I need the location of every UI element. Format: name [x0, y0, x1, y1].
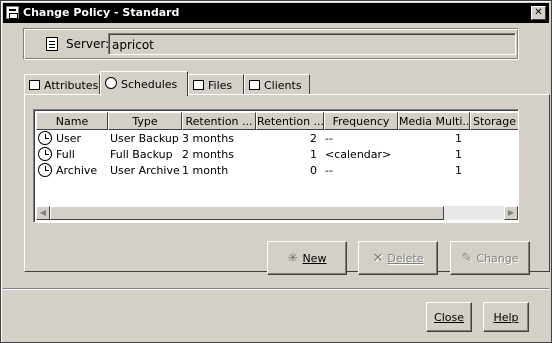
change-policy-window: Change Policy - Standard ✕ Server: apric… — [0, 0, 552, 343]
schedules-panel: Name Type Retention ... Retention ... Fr… — [24, 94, 550, 275]
schedule-clock-icon — [38, 147, 52, 161]
new-button[interactable]: ✳ New — [267, 241, 347, 275]
attributes-icon — [29, 80, 40, 90]
tab-label: Schedules — [121, 78, 178, 91]
cell-retention-2: 1 — [310, 148, 317, 161]
clock-icon — [105, 77, 117, 89]
scroll-left-icon[interactable]: ◀ — [36, 206, 50, 220]
help-button-label: Help — [493, 310, 519, 324]
delete-x-icon: ✕ — [372, 250, 384, 266]
close-button-label: Close — [434, 310, 464, 324]
schedule-clock-icon — [38, 163, 52, 177]
column-header-name[interactable]: Name — [36, 112, 108, 130]
column-header-retention-2[interactable]: Retention ... — [256, 112, 324, 130]
tab-attributes[interactable]: Attributes — [24, 74, 100, 95]
separator — [3, 288, 549, 290]
column-header-storage-unit[interactable]: Storage Ur — [470, 112, 518, 130]
column-header-frequency[interactable]: Frequency — [324, 112, 398, 130]
column-header-type[interactable]: Type — [108, 112, 182, 130]
cell-media: 1 — [455, 132, 462, 145]
scroll-right-icon[interactable]: ▶ — [504, 206, 518, 220]
table-row[interactable]: User User Backup 3 months 2 -- 1 — [36, 131, 518, 147]
tab-label: Files — [208, 79, 233, 92]
cell-name: Archive — [56, 164, 98, 177]
column-header-media-multiplexing[interactable]: Media Multi... — [398, 112, 470, 130]
help-button[interactable]: Help — [483, 302, 529, 332]
schedules-table: Name Type Retention ... Retention ... Fr… — [33, 109, 519, 223]
server-label: Server: — [66, 37, 110, 51]
schedule-clock-icon — [38, 131, 52, 145]
sparkle-icon: ✳ — [287, 250, 299, 266]
cell-retention-1: 3 months — [182, 132, 234, 145]
delete-button[interactable]: ✕ Delete — [358, 241, 438, 275]
cell-frequency: -- — [325, 132, 333, 145]
horizontal-scrollbar[interactable]: ◀ ▶ — [36, 206, 518, 220]
cell-media: 1 — [455, 148, 462, 161]
cell-frequency: -- — [325, 164, 333, 177]
close-window-icon[interactable]: ✕ — [531, 6, 546, 20]
server-icon — [46, 37, 58, 51]
column-header-retention-1[interactable]: Retention ... — [182, 112, 256, 130]
change-pencil-icon: ✎ — [461, 250, 473, 266]
cell-retention-2: 2 — [310, 132, 317, 145]
cell-retention-1: 1 month — [182, 164, 229, 177]
clients-icon — [249, 80, 260, 90]
files-icon — [193, 80, 204, 90]
cell-retention-2: 0 — [310, 164, 317, 177]
window-menu-icon[interactable] — [6, 6, 19, 19]
tab-schedules[interactable]: Schedules — [100, 71, 188, 96]
cell-frequency: <calendar> — [325, 148, 392, 161]
cell-type: User Archive — [110, 164, 180, 177]
change-button[interactable]: ✎ Change — [450, 241, 530, 275]
table-row[interactable]: Full Full Backup 2 months 1 <calendar> 1 — [36, 147, 518, 163]
title-bar: Change Policy - Standard ✕ — [3, 3, 549, 23]
cell-media: 1 — [455, 164, 462, 177]
scroll-thumb[interactable] — [50, 206, 444, 220]
new-button-label: New — [302, 251, 327, 265]
cell-name: User — [56, 132, 82, 145]
close-button[interactable]: Close — [426, 302, 472, 332]
server-field: apricot — [108, 33, 516, 55]
server-group: Server: apricot — [23, 28, 519, 60]
tab-files[interactable]: Files — [188, 74, 244, 95]
table-row[interactable]: Archive User Archive 1 month 0 -- 1 — [36, 163, 518, 179]
tab-clients[interactable]: Clients — [244, 74, 310, 95]
cell-retention-1: 2 months — [182, 148, 234, 161]
cell-name: Full — [56, 148, 75, 161]
tab-label: Clients — [264, 79, 302, 92]
tab-label: Attributes — [44, 79, 99, 92]
cell-type: Full Backup — [110, 148, 173, 161]
cell-type: User Backup — [110, 132, 179, 145]
change-button-label: Change — [476, 251, 519, 265]
delete-button-label: Delete — [387, 251, 424, 265]
window-title: Change Policy - Standard — [23, 6, 180, 19]
